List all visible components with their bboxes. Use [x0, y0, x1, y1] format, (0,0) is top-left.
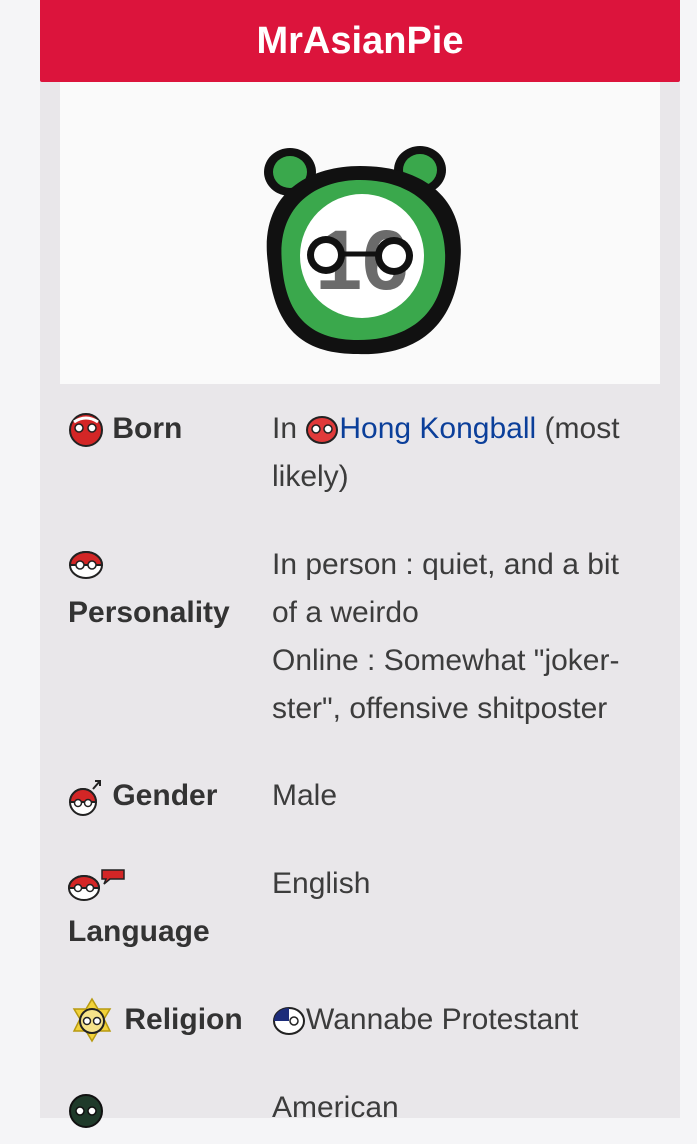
male-ball-icon: [68, 777, 104, 817]
infobox-title: MrAsianPie: [40, 0, 680, 82]
born-value-suffix-line2: likely): [272, 460, 349, 493]
dark-ball-icon: [68, 1089, 104, 1129]
protestant-ball-icon: [272, 1006, 306, 1036]
infobox-row-gender: Gender Male: [68, 772, 668, 832]
row-value-nationality: American: [272, 1091, 399, 1124]
row-value-born: In Hong Kongball (most likely): [272, 405, 662, 501]
row-label-born: Born: [68, 405, 258, 453]
row-value-religion: Wannabe Protestant: [272, 996, 662, 1044]
red-white-ball-icon: [68, 550, 104, 580]
personality-label-text: Personality: [68, 596, 230, 629]
avatar-image-panel[interactable]: 16: [60, 82, 660, 384]
born-value-suffix: (most: [536, 412, 620, 445]
row-label-nationality: [68, 1084, 258, 1132]
infobox-row-language: Language English: [68, 860, 668, 960]
personality-line-2: of a weirdo: [272, 596, 419, 629]
row-label-personality: Personality: [68, 541, 258, 637]
infobox-row-religion: Religion Wannabe Protestant: [68, 996, 668, 1056]
row-value-personality: In person : quiet, and a bit of a weirdo…: [272, 541, 662, 733]
row-value-gender: Male: [272, 779, 338, 812]
red-ball-icon: [68, 412, 104, 448]
religion-value-text: Wannabe Protestant: [306, 1003, 579, 1036]
religion-ball-icon: [68, 997, 116, 1045]
gender-label-text: Gender: [112, 779, 218, 812]
row-label-religion: Religion: [68, 996, 258, 1045]
language-label-text: Language: [68, 915, 210, 948]
infobox-row-born: Born In Hong Kongball (most likely): [68, 405, 668, 505]
speaking-ball-icon: [68, 866, 128, 902]
religion-label-text: Religion: [124, 1003, 243, 1036]
personality-line-4: ster", offensive shitposter: [272, 692, 608, 725]
personality-line-3: Online : Somewhat "joker-: [272, 644, 620, 677]
personality-line-1: In person : quiet, and a bit: [272, 548, 619, 581]
character-infobox: MrAsianPie 16 Born In Hong Kongball (mos…: [40, 0, 680, 1129]
infobox-row-personality: Personality In person : quiet, and a bit…: [68, 541, 668, 741]
row-value-language: English: [272, 867, 371, 900]
green-ball-avatar-16: 16: [264, 146, 461, 355]
born-label-text: Born: [112, 412, 183, 445]
hong-kongball-link[interactable]: Hong Kongball: [339, 412, 536, 445]
infobox-row-nationality: American: [68, 1084, 668, 1144]
hong-kong-ball-icon: [305, 415, 339, 445]
row-label-gender: Gender: [68, 772, 258, 820]
row-label-language: Language: [68, 860, 258, 956]
born-value-prefix: In: [272, 412, 306, 445]
